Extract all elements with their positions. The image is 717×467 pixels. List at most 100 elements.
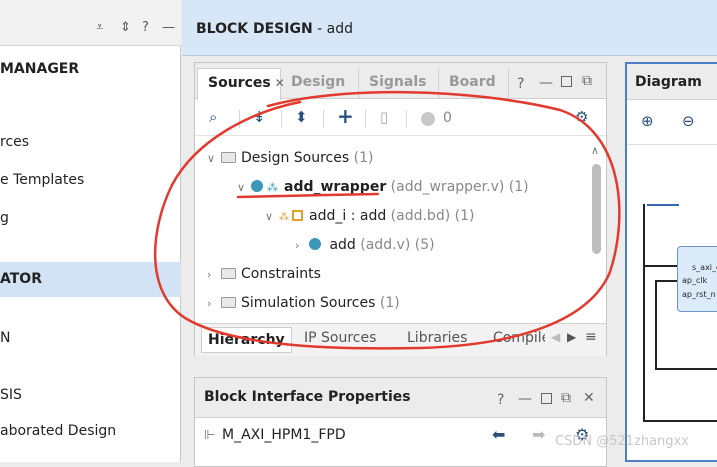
minimize-icon[interactable]: — [162, 20, 175, 35]
nav-section-project-manager[interactable]: MANAGER [0, 61, 181, 77]
sources-bottom-tabs: Hierarchy IP Sources Libraries Compile ◀… [195, 323, 606, 356]
tree-row-add-i[interactable]: ∨ ⁂ add_i : add (add.bd) (1) [265, 204, 474, 228]
tree-count: (1) [508, 179, 529, 195]
sources-tabbar: Sources ✕ Design Signals Board ? — ⧉ [195, 63, 606, 100]
chevron-right-icon[interactable]: › [295, 234, 309, 258]
tab-design[interactable]: Design [281, 68, 359, 99]
sources-panel: Sources ✕ Design Signals Board ? — ⧉ ⌕ ⇟ … [194, 62, 607, 356]
folder-icon [221, 268, 236, 279]
minimize-icon[interactable]: — [518, 391, 532, 407]
arrow-right-icon[interactable]: ➡ [532, 425, 545, 444]
flow-navigator-header: ⩡ ⇕ ? — [0, 0, 181, 46]
nav-item-add-sources[interactable]: rces [0, 134, 181, 150]
tab-ip-sources[interactable]: IP Sources [304, 330, 376, 346]
tab-libraries[interactable]: Libraries [407, 330, 467, 346]
minimize-icon[interactable]: — [539, 75, 553, 91]
collapse-all-icon[interactable]: ⇟ [253, 108, 266, 126]
chevron-right-icon[interactable]: › [207, 292, 221, 316]
expand-all-icon[interactable]: ⇕ [120, 20, 131, 35]
add-sources-icon[interactable]: + [337, 104, 354, 128]
diagram-header: Diagram [627, 64, 717, 100]
page-title-rest: - add [312, 21, 353, 37]
tab-sources-label: Sources [208, 75, 271, 91]
status-count: 0 [443, 110, 452, 126]
tree-row-constraints[interactable]: › Constraints [207, 262, 321, 286]
chevron-down-icon[interactable]: ∨ [207, 147, 221, 171]
nav-item-language-templates[interactable]: e Templates [0, 172, 181, 188]
tree-label: Constraints [241, 266, 321, 282]
page-title: BLOCK DESIGN - add [196, 21, 353, 37]
flow-navigator: ⩡ ⇕ ? — MANAGER rces e Templates g ATOR … [0, 0, 181, 462]
tree-count: (1) [353, 150, 374, 166]
ip-block[interactable]: s_axi_c ap_clk ap_rst_n [677, 246, 717, 312]
watermark: CSDN @521zhangxx [555, 434, 689, 449]
tree-row-design-sources[interactable]: ∨ Design Sources (1) [207, 146, 373, 170]
tree-label: add_i : add [309, 208, 387, 224]
document-icon[interactable]: ▯ [380, 108, 388, 126]
block-interface-properties-panel: Block Interface Properties ? — ⧉ ✕ ⊩ M_A… [194, 377, 607, 467]
chevron-up-icon[interactable]: ∧ [591, 144, 599, 157]
toolbar-divider [365, 110, 366, 128]
diagram-panel: Diagram ⊕ ⊖ s_axi_c ap_clk ap_rst_n [625, 62, 717, 462]
expand-all-icon[interactable]: ⬍ [295, 108, 308, 126]
help-icon[interactable]: ? [517, 76, 524, 92]
maximize-icon[interactable] [561, 76, 572, 87]
chevron-left-icon[interactable]: ◀ [551, 330, 560, 344]
float-icon[interactable]: ⧉ [582, 73, 592, 89]
verilog-module-icon [251, 180, 263, 192]
arrow-left-icon[interactable]: ⬅ [492, 425, 505, 444]
interface-name: M_AXI_HPM1_FPD [222, 427, 346, 443]
maximize-icon[interactable] [541, 393, 552, 404]
zoom-in-icon[interactable]: ⊕ [641, 112, 654, 130]
chevron-down-icon[interactable]: ∨ [237, 176, 251, 200]
chevron-right-icon[interactable]: › [207, 263, 221, 287]
toolbar-divider [239, 110, 240, 128]
tree-label: Design Sources [241, 150, 350, 166]
bip-title: Block Interface Properties [204, 389, 411, 405]
menu-icon[interactable]: ≡ [585, 329, 597, 345]
help-icon[interactable]: ? [497, 392, 504, 408]
wire [655, 280, 679, 282]
port-label: s_axi_c [692, 263, 717, 272]
search-icon[interactable]: ⌕ [209, 108, 217, 126]
tree-row-add-wrapper[interactable]: ∨ ⁂ add_wrapper (add_wrapper.v) (1) [237, 175, 529, 199]
nav-item-ip-catalog[interactable]: g [0, 210, 181, 226]
tab-hierarchy[interactable]: Hierarchy [201, 327, 292, 353]
tree-row-add[interactable]: › add (add.v) (5) [295, 233, 435, 257]
diagram-title: Diagram [635, 74, 702, 90]
chevron-right-icon[interactable]: ▶ [567, 330, 576, 344]
tab-signals[interactable]: Signals [359, 68, 439, 99]
tree-file: (add.v) [360, 237, 411, 253]
zoom-out-icon[interactable]: ⊖ [682, 112, 695, 130]
interface-icon: ⊩ [204, 428, 216, 443]
scrollbar-thumb[interactable] [592, 164, 601, 254]
page-title-bold: BLOCK DESIGN [196, 21, 313, 37]
vertical-scrollbar[interactable]: ∧ [590, 144, 602, 316]
collapse-all-icon[interactable]: ⩡ [96, 20, 103, 35]
tree-row-simulation-sources[interactable]: › Simulation Sources (1) [207, 291, 400, 315]
nav-item-synthesis[interactable]: SIS [0, 387, 181, 403]
hierarchy-icon: ⁂ [279, 212, 289, 223]
hierarchy-icon: ⁂ [267, 181, 278, 194]
wire [655, 368, 717, 370]
port-label: ap_clk [682, 276, 708, 285]
port-label: ap_rst_n [682, 290, 716, 299]
status-icon [421, 112, 435, 126]
tree-file: (add_wrapper.v) [390, 179, 505, 195]
nav-section-ip-integrator[interactable]: ATOR [0, 271, 181, 287]
folder-icon [221, 152, 236, 163]
tree-label: add_wrapper [284, 179, 387, 195]
help-icon[interactable]: ? [142, 20, 149, 35]
gear-icon[interactable]: ⚙ [575, 108, 588, 126]
block-design-header: BLOCK DESIGN - add [182, 0, 717, 56]
chevron-down-icon[interactable]: ∨ [265, 205, 279, 229]
nav-item-open-elaborated-design[interactable]: aborated Design [0, 423, 181, 439]
tab-sources[interactable]: Sources ✕ [197, 68, 285, 100]
float-icon[interactable]: ⧉ [561, 390, 571, 406]
tab-compile-order[interactable]: Compile [493, 330, 545, 346]
nav-item-create-block-design[interactable]: N [0, 330, 181, 346]
tab-board[interactable]: Board [439, 68, 509, 99]
close-icon[interactable]: ✕ [583, 390, 595, 406]
toolbar-divider [281, 110, 282, 128]
tree-count: (5) [414, 237, 435, 253]
